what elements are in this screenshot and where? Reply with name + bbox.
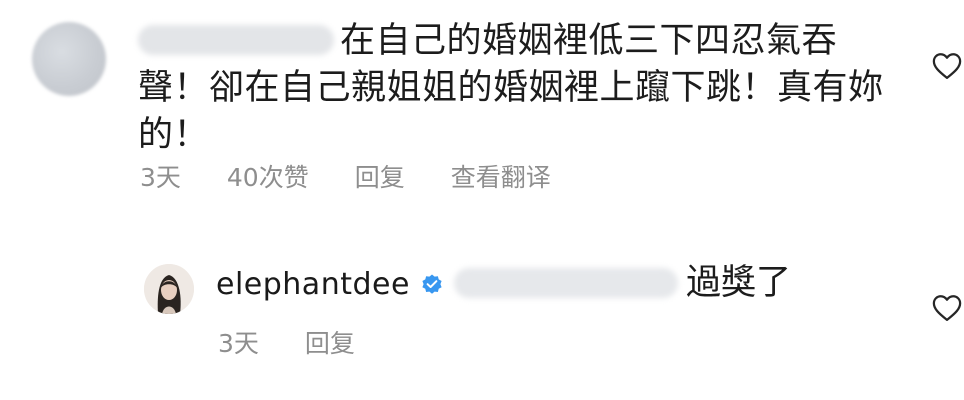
heart-outline-icon[interactable] (932, 294, 962, 322)
comment-text-line1: 在自己的婚姻裡低三下四忍氣吞 (340, 21, 838, 61)
comment-text-line2: 聲！卻在自己親姐姐的婚姻裡上躥下跳！真有妳 (138, 68, 884, 108)
avatar-photo (144, 264, 194, 314)
reply-button[interactable]: 回复 (355, 158, 405, 194)
reply-text: elephantdee 過獎了 (216, 260, 916, 308)
verified-badge-icon (422, 274, 442, 294)
reply-item: elephantdee 過獎了 3天 回复 (0, 230, 964, 400)
avatar[interactable] (144, 264, 194, 314)
reply-button[interactable]: 回复 (305, 324, 355, 360)
comment-time: 3天 (140, 163, 181, 192)
heart-outline-icon[interactable] (932, 52, 962, 80)
likes-count[interactable]: 40次赞 (227, 158, 309, 194)
reply-time: 3天 (218, 329, 259, 358)
comment-text-line3: 的！ (138, 115, 210, 155)
blurred-mention[interactable] (453, 268, 678, 298)
translate-button[interactable]: 查看翻译 (451, 158, 551, 194)
username[interactable]: elephantdee (216, 267, 410, 302)
comment-meta: 3天 40次赞 回复 查看翻译 (140, 158, 551, 194)
comment-text: 在自己的婚姻裡低三下四忍氣吞 聲！卻在自己親姐姐的婚姻裡上躥下跳！真有妳 的！ (138, 18, 898, 159)
blurred-username[interactable] (138, 25, 334, 55)
reply-meta: 3天 回复 (218, 324, 355, 360)
comment-item: 在自己的婚姻裡低三下四忍氣吞 聲！卻在自己親姐姐的婚姻裡上躥下跳！真有妳 的！ … (0, 0, 964, 230)
reply-message: 過獎了 (685, 263, 791, 303)
avatar[interactable] (32, 22, 106, 96)
